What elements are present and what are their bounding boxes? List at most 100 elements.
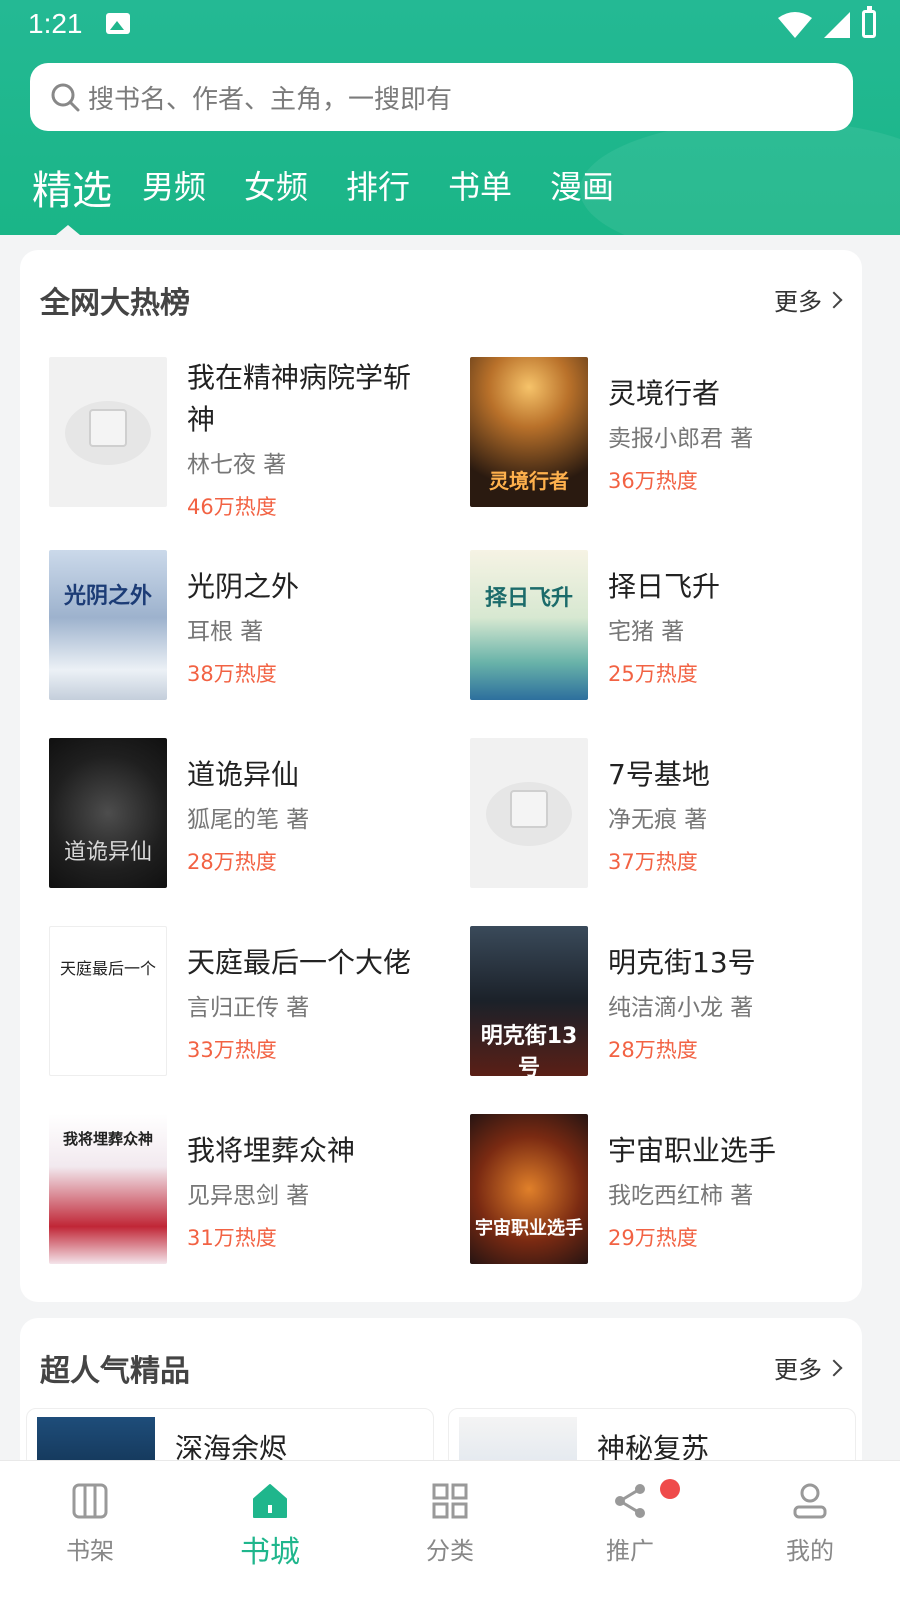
book-cover-placeholder	[49, 357, 167, 507]
book-heat: 46万热度	[187, 495, 277, 519]
book-title: 宇宙职业选手	[608, 1134, 777, 1167]
more-button[interactable]: 更多	[774, 1350, 843, 1385]
cover-title: 我将埋葬众神	[62, 1130, 153, 1148]
nav-profile[interactable]: 我的	[720, 1461, 900, 1600]
book-author: 纯洁滴小龙 著	[608, 995, 754, 1021]
book-item[interactable]: 灵境行者 灵境行者 卖报小郎君 著 36万热度	[470, 357, 870, 507]
book-title: 灵境行者	[608, 377, 721, 410]
cover-title: 宇宙职业选手	[475, 1218, 583, 1239]
header: 1:21 搜书名、作者、主角，一搜即有 精选 男频 女频 排行 书单 漫画	[0, 0, 900, 235]
share-icon	[615, 1484, 645, 1518]
tab-ranking[interactable]: 排行	[346, 162, 410, 208]
book-heat: 38万热度	[187, 662, 277, 686]
status-time: 1:21	[28, 8, 83, 39]
book-author: 我吃西红柿 著	[608, 1183, 754, 1209]
book-author: 言归正传 著	[187, 995, 310, 1021]
cover-title: 天庭最后一个	[59, 959, 156, 978]
book-author: 净无痕 著	[608, 807, 708, 833]
image-notification-icon	[106, 13, 130, 34]
more-label: 更多	[774, 1356, 822, 1384]
nav-promote[interactable]: 推广	[540, 1461, 720, 1600]
book-item[interactable]: 宇宙职业选手 宇宙职业选手 我吃西红柿 著 29万热度	[470, 1114, 870, 1264]
book-title: 道诡异仙	[187, 758, 300, 791]
nav-category[interactable]: 分类	[360, 1461, 540, 1600]
book-cover: 明克街13号	[470, 926, 588, 1076]
book-item[interactable]: 我将埋葬众神 我将埋葬众神 见异思剑 著 31万热度	[49, 1114, 449, 1264]
book-author: 见异思剑 著	[187, 1183, 310, 1209]
wifi-icon	[778, 12, 812, 38]
book-cover-placeholder	[470, 738, 588, 888]
book-heat: 28万热度	[608, 1038, 698, 1062]
book-heat: 28万热度	[187, 850, 277, 874]
chevron-right-icon	[825, 1359, 843, 1376]
book-item[interactable]: 道诡异仙 道诡异仙 狐尾的笔 著 28万热度	[49, 738, 449, 888]
cover-title: 光阴之外	[63, 584, 152, 609]
popular-picks-section: 超人气精品 更多 深海余烬 神秘复苏	[20, 1318, 862, 1478]
nav-bookstore[interactable]: 书城	[180, 1461, 360, 1600]
nav-label: 我的	[786, 1537, 834, 1565]
book-title: 明克街13号	[608, 946, 756, 979]
book-author: 林七夜 著	[187, 452, 287, 478]
book-cover: 我将埋葬众神	[49, 1114, 167, 1264]
nav-bookshelf[interactable]: 书架	[0, 1461, 180, 1600]
bookshelf-icon	[72, 1483, 108, 1519]
cover-title: 明克街13号	[480, 1024, 578, 1076]
battery-icon	[862, 6, 876, 38]
book-heat: 37万热度	[608, 850, 698, 874]
book-cover: 灵境行者	[470, 357, 588, 507]
book-title: 天庭最后一个大佬	[187, 946, 412, 979]
tab-booklist[interactable]: 书单	[448, 162, 512, 208]
status-bar: 1:21	[0, 0, 900, 50]
book-item[interactable]: 7号基地 净无痕 著 37万热度	[470, 738, 870, 888]
category-tabs: 精选 男频 女频 排行 书单 漫画	[0, 150, 900, 235]
book-heat: 25万热度	[608, 662, 698, 686]
bookstore-icon	[253, 1484, 287, 1518]
notification-badge	[660, 1479, 680, 1499]
more-button[interactable]: 更多	[774, 282, 843, 317]
nav-label: 书架	[66, 1537, 114, 1565]
tab-comics[interactable]: 漫画	[550, 162, 614, 208]
book-heat: 31万热度	[187, 1226, 277, 1250]
profile-icon	[793, 1483, 827, 1519]
nav-label: 分类	[426, 1537, 474, 1565]
book-author: 狐尾的笔 著	[187, 807, 310, 833]
category-icon	[432, 1483, 468, 1519]
book-item[interactable]: 天庭最后一个 天庭最后一个大佬 言归正传 著 33万热度	[49, 926, 449, 1076]
search-bar[interactable]: 搜书名、作者、主角，一搜即有	[30, 63, 853, 131]
cover-title: 择日飞升	[484, 586, 573, 611]
cover-title: 道诡异仙	[63, 840, 152, 865]
tab-male[interactable]: 男频	[142, 162, 206, 208]
book-title: 我将埋葬众神	[187, 1134, 356, 1167]
cover-title: 灵境行者	[489, 469, 569, 493]
nav-label: 书城	[240, 1535, 300, 1570]
book-author: 宅猪 著	[608, 619, 685, 645]
section-title: 全网大热榜	[40, 286, 190, 321]
section-title: 超人气精品	[40, 1354, 190, 1389]
search-icon	[51, 83, 80, 112]
nav-label: 推广	[606, 1537, 654, 1565]
book-title: 7号基地	[608, 758, 710, 791]
book-cover: 宇宙职业选手	[470, 1114, 588, 1264]
tab-female[interactable]: 女频	[244, 162, 308, 208]
book-cover: 光阴之外	[49, 550, 167, 700]
book-cover: 道诡异仙	[49, 738, 167, 888]
tab-indicator	[56, 225, 80, 235]
book-item[interactable]: 择日飞升 择日飞升 宅猪 著 25万热度	[470, 550, 870, 700]
book-heat: 29万热度	[608, 1226, 698, 1250]
book-item[interactable]: 光阴之外 光阴之外 耳根 著 38万热度	[49, 550, 449, 700]
book-item[interactable]: 明克街13号 明克街13号 纯洁滴小龙 著 28万热度	[470, 926, 870, 1076]
bottom-navigation: 书架 书城 分类 推广 我的	[0, 1460, 900, 1600]
book-title: 我在精神病院学斩神	[187, 361, 412, 436]
hot-ranking-section: 全网大热榜 更多 我在精神病院学斩神 林七夜 著 46万热度 灵境行者 灵境行者…	[20, 250, 862, 1302]
search-placeholder: 搜书名、作者、主角，一搜即有	[88, 84, 453, 115]
book-item[interactable]: 我在精神病院学斩神 林七夜 著 46万热度	[49, 357, 449, 519]
book-cover: 择日飞升	[470, 550, 588, 700]
chevron-right-icon	[825, 291, 843, 308]
book-title: 光阴之外	[187, 570, 300, 603]
tab-featured[interactable]: 精选	[32, 158, 112, 216]
book-cover: 天庭最后一个	[49, 926, 167, 1076]
book-heat: 33万热度	[187, 1038, 277, 1062]
book-author: 卖报小郎君 著	[608, 426, 754, 452]
book-title: 择日飞升	[608, 570, 721, 603]
more-label: 更多	[774, 288, 822, 316]
